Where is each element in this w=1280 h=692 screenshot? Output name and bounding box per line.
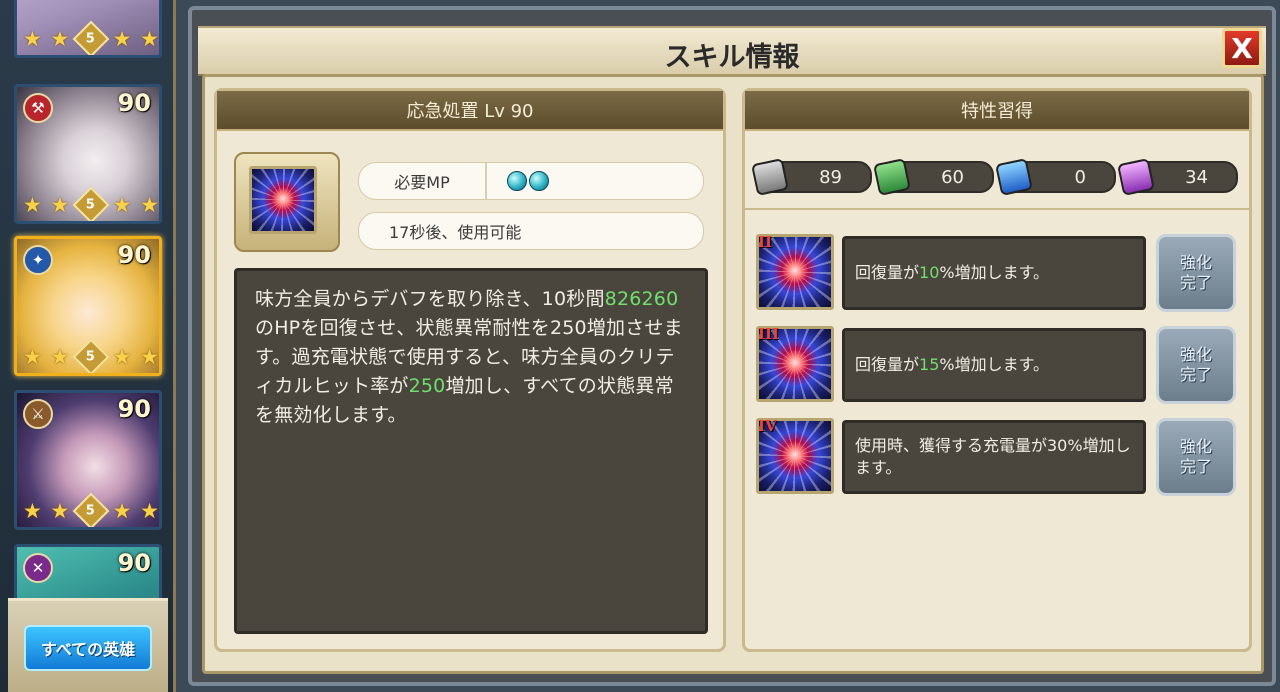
hero-list[interactable]: ★★ 5 ★★ ⚒ 90 ★★ 5 ★★ ✦ 90 ★★ 5 ★★ (0, 0, 176, 692)
star-icon: ★ (50, 499, 70, 523)
hero-level: 90 (117, 241, 151, 269)
star-icon: ★ (23, 499, 42, 523)
close-button[interactable]: X (1222, 28, 1262, 68)
trait-value: 15 (919, 355, 940, 374)
resource-gray-book: 89 (751, 158, 872, 196)
mp-row: 必要MP (358, 162, 704, 200)
mp-orb-icon (529, 171, 549, 191)
trait-description: 回復量が 15 %増加します。 (842, 328, 1146, 402)
all-heroes-button[interactable]: すべての英雄 (24, 625, 152, 671)
trait-text: 使用時、獲得する充電量が30%増加します。 (855, 436, 1131, 477)
star-icon: ★ (140, 193, 159, 217)
trait-row: IV 使用時、獲得する充電量が30%増加します。 強化 完了 (756, 417, 1240, 498)
enhance-complete-button[interactable]: 強化 完了 (1156, 418, 1236, 496)
star-icon: ★ (23, 345, 42, 369)
skill-description: 味方全員からデバフを取り除き、10秒間826260のHPを回復させ、状態異常耐性… (234, 268, 708, 634)
gun-icon: ✦ (23, 245, 53, 275)
resource-green-book: 60 (873, 158, 994, 196)
hammer-icon: ⚒ (23, 93, 53, 123)
window-title: スキル情報 (664, 42, 800, 73)
trait-header: 特性習得 (745, 91, 1249, 131)
hero-stars: ★ ★ 5 ★ ★ (23, 492, 159, 527)
trait-tier: II (758, 233, 773, 251)
hero-level: 90 (117, 549, 151, 577)
trait-text: %増加します。 (939, 263, 1049, 282)
hero-stars: ★ ★ 5 ★ ★ (23, 338, 159, 373)
hero-card-4[interactable]: ⚔ 90 ★ ★ 5 ★ ★ (14, 390, 162, 530)
trait-row: III 回復量が 15 %増加します。 強化 完了 (756, 325, 1240, 406)
divider (745, 208, 1249, 210)
crit-value: 250 (408, 375, 446, 397)
star-icon: ★ (112, 193, 132, 217)
crossed-swords-icon: ✕ (23, 553, 53, 583)
resource-blue-book: 0 (995, 158, 1116, 196)
resource-value: 34 (1185, 166, 1208, 188)
trait-text: 回復量が (855, 355, 920, 374)
hero-stars: ★ ★ 5 ★ ★ (23, 20, 159, 55)
star-icon: ★ (50, 27, 70, 51)
hero-card-2[interactable]: ⚒ 90 ★ ★ 5 ★ ★ (14, 84, 162, 224)
resource-value: 89 (819, 166, 842, 188)
purple-book-icon (1117, 158, 1155, 196)
mp-label: 必要MP (359, 163, 487, 199)
trait-description: 回復量が 10 %増加します。 (842, 236, 1146, 310)
star-icon: ★ (50, 345, 70, 369)
heal-value: 826260 (604, 288, 679, 310)
mp-orbs (505, 171, 549, 191)
star-icon: ★ (112, 27, 132, 51)
resource-value: 0 (1074, 166, 1086, 188)
hero-level: 90 (117, 395, 151, 423)
hero-stars: ★ ★ 5 ★ ★ (23, 186, 159, 221)
green-book-icon (873, 158, 911, 196)
enhance-complete-button[interactable]: 強化 完了 (1156, 326, 1236, 404)
skill-name-level: 応急処置 Lv 90 (217, 91, 723, 131)
trait-text: 回復量が (855, 263, 920, 282)
star-icon: ★ (112, 499, 132, 523)
star-icon: ★ (23, 193, 42, 217)
trait-tier: III (758, 325, 780, 343)
game-screen: ★★ 5 ★★ ⚒ 90 ★★ 5 ★★ ✦ 90 ★★ 5 ★★ (0, 0, 1280, 692)
star-icon: ★ (140, 27, 159, 51)
star-icon: ★ (140, 499, 159, 523)
all-heroes-area: すべての英雄 (8, 598, 168, 692)
trait-tier: IV (758, 417, 777, 435)
enhance-complete-button[interactable]: 強化 完了 (1156, 234, 1236, 312)
cooldown-text: 17秒後、使用可能 (389, 223, 522, 242)
resource-value: 60 (941, 166, 964, 188)
trait-description: 使用時、獲得する充電量が30%増加します。 (842, 420, 1146, 494)
description-text: 味方全員からデバフを取り除き、10秒間 (255, 288, 605, 310)
hero-card-3-selected[interactable]: ✦ 90 ★ ★ 5 ★ ★ (14, 236, 162, 376)
cooldown-row: 17秒後、使用可能 (358, 212, 704, 250)
gray-book-icon (751, 158, 789, 196)
hero-level: 90 (117, 89, 151, 117)
trait-value: 10 (919, 263, 940, 282)
star-icon: ★ (23, 27, 42, 51)
title-bar: スキル情報 (198, 26, 1266, 76)
star-icon: ★ (50, 193, 70, 217)
trait-row: II 回復量が 10 %増加します。 強化 完了 (756, 233, 1240, 314)
first-aid-skill-icon (249, 166, 317, 234)
trait-text: %増加します。 (939, 355, 1049, 374)
resource-purple-book: 34 (1117, 158, 1238, 196)
axe-icon: ⚔ (23, 399, 53, 429)
blue-book-icon (995, 158, 1033, 196)
mp-orb-icon (507, 171, 527, 191)
hero-card-1[interactable]: ★ ★ 5 ★ ★ (14, 0, 162, 58)
star-icon: ★ (112, 345, 132, 369)
star-icon: ★ (140, 345, 159, 369)
